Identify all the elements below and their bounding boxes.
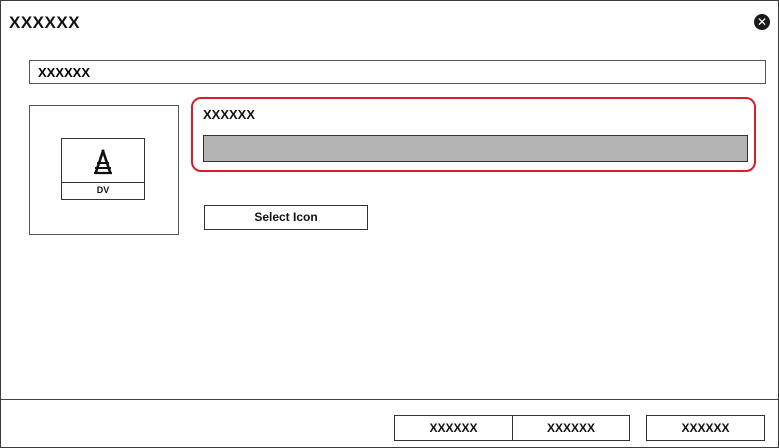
footer-button-2[interactable]: XXXXXX — [512, 415, 630, 441]
name-input[interactable] — [29, 60, 766, 84]
selection-field[interactable] — [203, 135, 748, 162]
close-icon[interactable]: ✕ — [754, 14, 770, 30]
icon-caption: DV — [62, 182, 144, 199]
icon-preview-panel: DV — [29, 105, 179, 235]
footer-button-3[interactable]: XXXXXX — [646, 415, 765, 441]
footer-button-1[interactable]: XXXXXX — [394, 415, 513, 441]
tower-antenna-icon — [94, 148, 112, 174]
icon-card: DV — [61, 138, 145, 200]
icon-glyph-area — [62, 139, 144, 184]
select-icon-button[interactable]: Select Icon — [204, 205, 368, 230]
footer-divider — [1, 399, 778, 400]
field-label: XXXXXX — [203, 107, 256, 122]
dialog-title: XXXXXX — [9, 13, 81, 32]
dialog-window: XXXXXX ✕ DV XXXXXX Select Icon XXXXXX XX… — [0, 0, 779, 448]
